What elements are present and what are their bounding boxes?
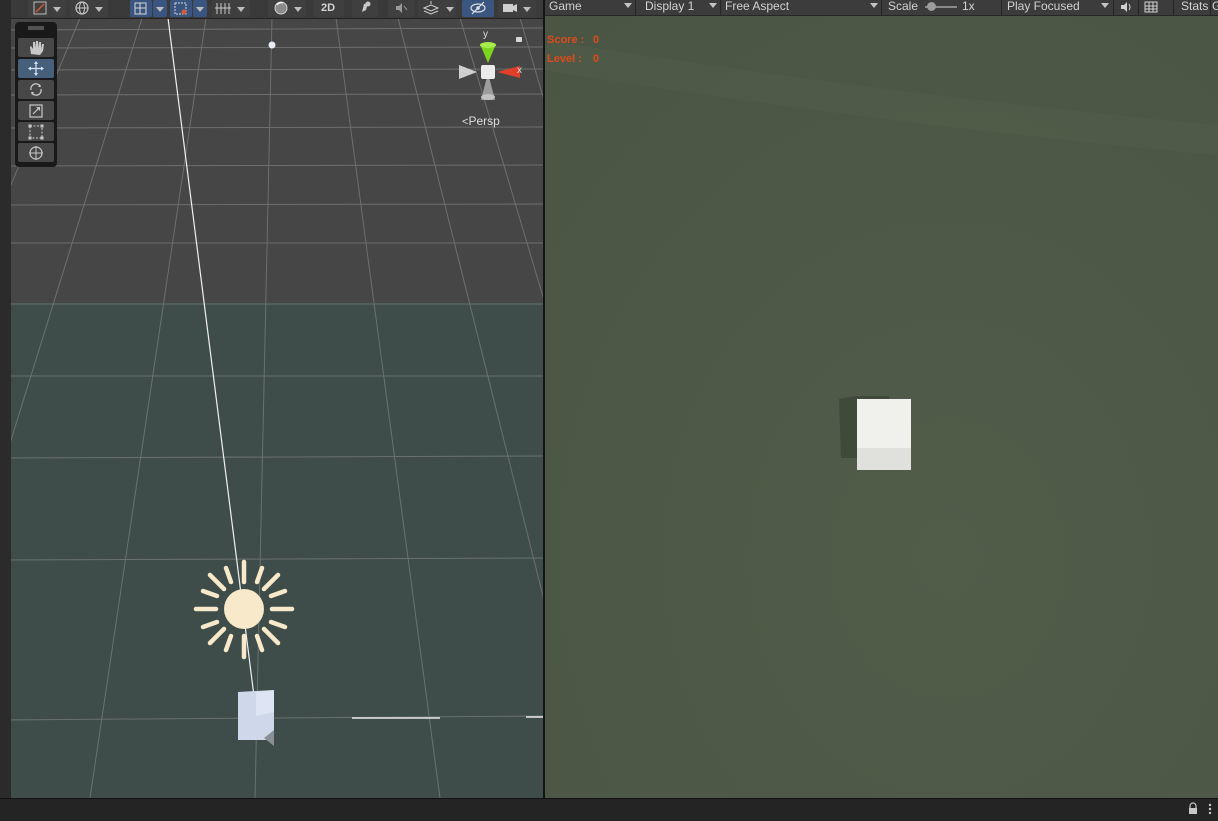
- shading-dropdown[interactable]: [268, 0, 306, 17]
- grid-icon[interactable]: [1143, 0, 1159, 15]
- increment-snap-icon: [174, 2, 187, 15]
- scene-side-strip: [0, 0, 11, 798]
- rect-tool-icon[interactable]: [18, 122, 54, 141]
- game-toolbar: Game Display 1 Free Aspect Scale 1x Play…: [545, 0, 1218, 16]
- chevron-down-icon: [95, 7, 103, 12]
- projection-toggle[interactable]: <Persp: [462, 114, 500, 128]
- score-value: 0: [593, 34, 600, 46]
- score-row: Score : 0: [547, 31, 599, 50]
- visibility-off-icon: [470, 1, 486, 15]
- toolbar-separator: [881, 0, 882, 15]
- tools-overlay: [15, 22, 57, 167]
- lock-icon[interactable]: [516, 37, 522, 42]
- transform-tool-icon[interactable]: [18, 143, 54, 162]
- audio-muted-icon: [396, 3, 408, 13]
- toolbar-separator: [720, 0, 721, 15]
- toolbar-separator: [1138, 0, 1139, 15]
- chevron-down-icon[interactable]: [624, 3, 632, 8]
- toolbar-separator: [1001, 0, 1002, 15]
- game-hud: Score : 0 Level : 0: [547, 31, 599, 69]
- audio-toggle[interactable]: [388, 0, 414, 17]
- scale-value: 1x: [962, 0, 975, 13]
- chevron-down-icon: [53, 7, 61, 12]
- scale-slider[interactable]: [925, 2, 957, 11]
- gizmo-axis-x-label: x: [517, 65, 522, 76]
- chevron-down-icon: [196, 7, 204, 12]
- game-tab[interactable]: Game: [549, 0, 582, 15]
- increment-snap-dropdown[interactable]: [193, 0, 207, 17]
- scene-toolbar: 2D: [0, 0, 544, 19]
- scene-view-panel[interactable]: 2D y x <Persp: [0, 0, 544, 798]
- chevron-down-icon: [446, 7, 454, 12]
- chevron-down-icon: [294, 7, 302, 12]
- directional-light-icon[interactable]: [193, 559, 295, 660]
- level-row: Level : 0: [547, 50, 599, 69]
- toolbar-separator: [635, 0, 636, 15]
- speaker-icon[interactable]: [1118, 0, 1134, 15]
- play-mode-dropdown[interactable]: Play Focused: [1007, 0, 1080, 15]
- scene-visibility-toggle[interactable]: [462, 0, 494, 17]
- camera-position-dot[interactable]: [268, 41, 276, 49]
- chevron-down-icon: [156, 7, 164, 12]
- chevron-down-icon: [523, 7, 531, 12]
- drag-handle-icon[interactable]: [15, 25, 57, 31]
- scale-tool-icon[interactable]: [18, 101, 54, 120]
- aspect-dropdown[interactable]: Free Aspect: [725, 0, 789, 15]
- move-tool-icon[interactable]: [18, 59, 54, 78]
- 2d-mode-toggle[interactable]: 2D: [314, 0, 344, 17]
- toolbar-separator: [1113, 0, 1114, 15]
- hand-tool-icon[interactable]: [18, 38, 54, 57]
- gizmo-axis-y-label: y: [483, 29, 488, 40]
- chevron-down-icon[interactable]: [870, 3, 878, 8]
- toolbar-separator: [1173, 0, 1174, 15]
- stats-button[interactable]: Stats: [1181, 0, 1208, 15]
- chevron-down-icon[interactable]: [1101, 3, 1109, 8]
- effects-dropdown[interactable]: [418, 0, 456, 17]
- toolbar-separator: [1210, 0, 1211, 15]
- draw-mode-dropdown[interactable]: [28, 0, 66, 17]
- game-viewport[interactable]: [545, 0, 1218, 798]
- projection-label: Persp: [468, 114, 500, 128]
- gizmos-button[interactable]: G: [1212, 0, 1218, 15]
- display-dropdown[interactable]: Display 1: [645, 0, 694, 15]
- level-label: Level :: [547, 53, 582, 65]
- scale-label: Scale: [888, 0, 919, 13]
- chevron-down-icon: [237, 7, 245, 12]
- rotate-tool-icon[interactable]: [18, 80, 54, 99]
- lock-icon[interactable]: [1187, 802, 1199, 816]
- scale-slider-thumb[interactable]: [927, 2, 936, 11]
- level-value: 0: [593, 53, 600, 65]
- chevron-down-icon[interactable]: [709, 3, 717, 8]
- orientation-gizmo[interactable]: y x <Persp: [452, 28, 532, 138]
- grid-snapping-dropdown[interactable]: [153, 0, 167, 17]
- grid-visibility-dropdown[interactable]: [212, 0, 250, 17]
- lighting-toggle[interactable]: [352, 0, 378, 17]
- global-local-dropdown[interactable]: [70, 0, 108, 17]
- grid-snap-icon: [134, 2, 147, 15]
- 2d-mode-label: 2D: [321, 2, 336, 14]
- score-label: Score :: [547, 34, 585, 46]
- increment-snap-toggle[interactable]: [170, 0, 192, 17]
- grid-snapping-toggle[interactable]: [130, 0, 152, 17]
- game-view-panel: Game Display 1 Free Aspect Scale 1x Play…: [545, 0, 1218, 798]
- camera-dropdown[interactable]: [498, 0, 536, 17]
- status-bar: [0, 798, 1218, 821]
- scene-cube[interactable]: [238, 690, 274, 746]
- more-options-icon[interactable]: [1207, 802, 1213, 816]
- lightbulb-icon: [362, 1, 371, 12]
